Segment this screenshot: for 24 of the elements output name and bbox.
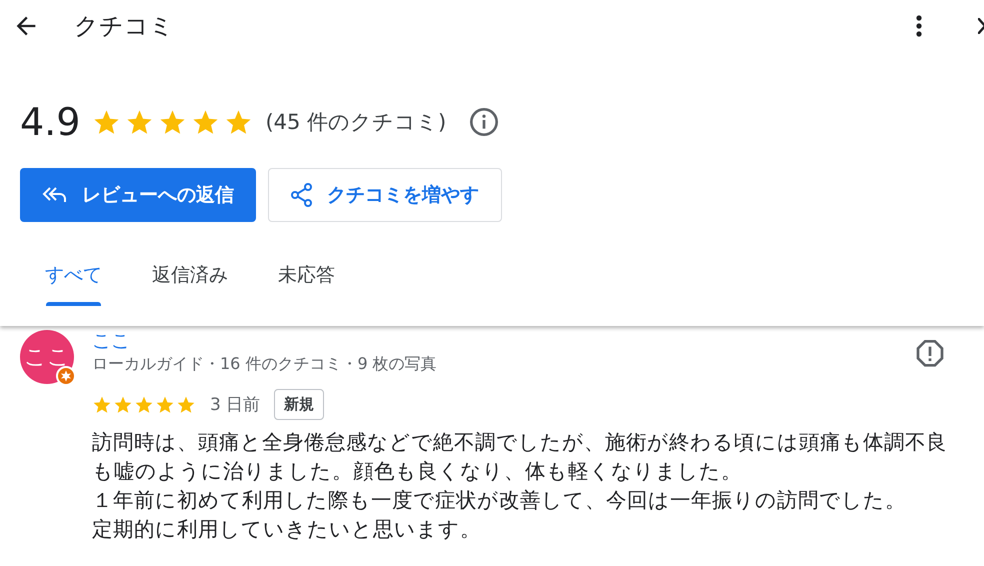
rating-value: 4.9 xyxy=(20,100,80,144)
reviewer-name[interactable]: ここ xyxy=(92,330,914,352)
review-text: 訪問時は、頭痛と全身倦怠感などで絶不調でしたが、施術が終わる頃には頭痛も体調不良も嘘のように治りました。顔色も良くなり、体も軽くなりました。 xyxy=(92,429,948,485)
share-button[interactable]: クチコミを増やす xyxy=(268,168,502,222)
filter-tab[interactable]: 未応答 xyxy=(253,252,360,306)
share-icon xyxy=(291,183,313,207)
local-guide-badge-icon xyxy=(56,366,76,386)
star-icon xyxy=(176,394,196,414)
new-label: 新規 xyxy=(274,389,324,420)
star-icon xyxy=(92,394,112,414)
review-date: 3 日前 xyxy=(210,394,260,416)
reply-button[interactable]: レビューへの返信 xyxy=(20,168,256,222)
info-icon[interactable] xyxy=(468,106,500,138)
filter-tab[interactable]: 返信済み xyxy=(127,252,253,306)
review-text: １年前に初めて利用した際も一度で症状が改善して、今回は一年振りの訪問でした。 xyxy=(92,487,907,514)
star-icon xyxy=(113,394,133,414)
page-title: クチコミ xyxy=(74,11,174,42)
user-avatar[interactable]: ここ xyxy=(20,330,74,384)
review-text: 定期的に利用していきたいと思います。 xyxy=(92,516,482,543)
reviewer-info: ローカルガイド・16 件のクチコミ・9 枚の写真 xyxy=(92,354,438,375)
filter-tab[interactable]: すべて xyxy=(20,252,127,306)
star-icon xyxy=(155,394,175,414)
review-count: (45 件のクチコミ) xyxy=(265,109,446,136)
star-icon xyxy=(134,394,154,414)
